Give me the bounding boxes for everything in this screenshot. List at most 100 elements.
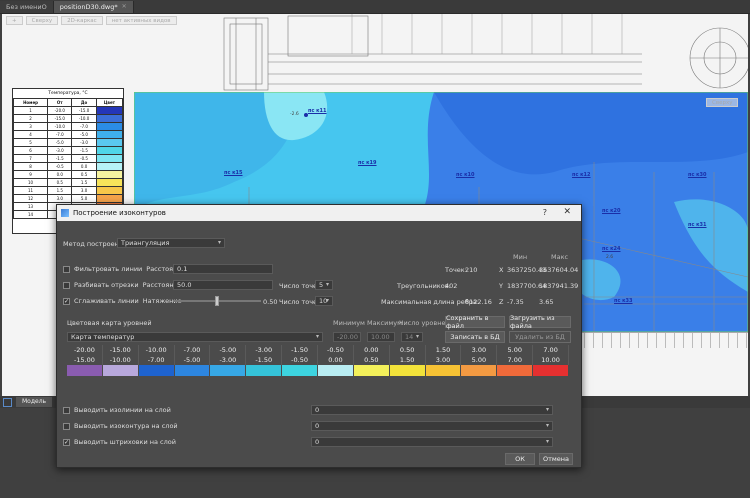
help-icon[interactable]: ? [543, 208, 547, 217]
z-label: Z [499, 298, 504, 306]
z-min-value: -7.35 [507, 298, 524, 306]
point-label[interactable]: пс к31 [688, 222, 707, 228]
legend-cell: 3.0 [47, 194, 73, 203]
scale-color-swatch[interactable] [282, 365, 319, 376]
sheet-icon[interactable] [3, 397, 12, 407]
tab-position-dwg[interactable]: positionD30.dwg* ✕ [53, 1, 134, 13]
isolines-layer-select[interactable]: 0 [311, 405, 553, 415]
scale-color-swatch[interactable] [246, 365, 283, 376]
legend-cell: 1 [12, 106, 49, 115]
method-select[interactable]: Триангуляция [117, 238, 225, 248]
isocontours-layer-select[interactable]: 0 [311, 421, 553, 431]
triangles-label: Треугольников: [397, 282, 451, 290]
legend-color-swatch [95, 106, 124, 115]
legend-cell: 5 [12, 138, 49, 147]
delete-from-db-button[interactable]: Удалить из БД [509, 331, 571, 343]
slider-thumb[interactable] [215, 296, 219, 306]
view-direction-button[interactable]: Сверху [25, 16, 59, 25]
triangles-value: 402 [445, 282, 458, 290]
legend-color-swatch [95, 114, 124, 123]
max-edge-value: 8122.16 [465, 298, 492, 306]
legend-cell: 1.5 [71, 178, 97, 187]
scale-color-swatch[interactable] [389, 365, 426, 376]
save-to-file-button[interactable]: Сохранить в файл [445, 314, 505, 330]
point-label[interactable]: пс к11 [308, 108, 327, 114]
scale-color-swatch[interactable] [174, 365, 211, 376]
z-max-value: 3.65 [539, 298, 554, 306]
isocontour-dialog: Построение изоконтуров ? ✕ Метод построе… [56, 204, 582, 468]
view-cube-label[interactable]: Сверху [706, 98, 739, 107]
legend-cell: 0.0 [71, 162, 97, 171]
scale-color-swatch[interactable] [138, 365, 175, 376]
split-checkbox[interactable] [63, 281, 70, 289]
point-label[interactable]: пс к30 [688, 172, 707, 178]
scale-value-cell: -5.00 [210, 345, 247, 355]
scale-value-cell: 3.00 [461, 345, 498, 355]
smooth-points-spinner[interactable]: 10 [315, 296, 333, 306]
dialog-titlebar[interactable]: Построение изоконтуров ? ✕ [57, 205, 581, 221]
point-label[interactable]: пс к24 [602, 246, 621, 252]
scale-color-swatch[interactable] [461, 365, 498, 376]
ok-button[interactable]: ОК [505, 453, 535, 465]
split-distance-field[interactable]: 50.0 [173, 280, 273, 290]
levels-spinner[interactable]: 14 [401, 332, 423, 342]
app-window: Без имениО positionD30.dwg* ✕ + Сверху 2D… [0, 0, 750, 498]
hatch-layer-select[interactable]: 0 [311, 437, 553, 447]
scale-color-swatch[interactable] [497, 365, 534, 376]
smooth-row: ✓ Сглаживать линии Натяжение [63, 297, 182, 305]
legend-row: 11 1.5 3.0 [12, 186, 124, 195]
legend-cell: 14 [12, 210, 49, 219]
legend-cell: 0.5 [71, 170, 97, 179]
legend-color-swatch [95, 194, 124, 203]
legend-row: 9 0.0 0.5 [12, 170, 124, 179]
scale-value-cell: -3.00 [246, 345, 283, 355]
save-to-db-button[interactable]: Записать в БД [445, 331, 505, 343]
point-label[interactable]: пс к33 [614, 298, 633, 304]
legend-cell: -0.5 [71, 154, 97, 163]
scale-value-cell: 1.50 [390, 355, 426, 365]
point-label[interactable]: пс к10 [456, 172, 475, 178]
visual-style-button[interactable]: 2D-каркас [61, 16, 103, 25]
output-hatch-checkbox[interactable]: ✓ [63, 438, 70, 446]
tab-model[interactable]: Модель [16, 397, 53, 407]
scale-color-swatch[interactable] [425, 365, 462, 376]
contour-value-label: 2.6 [606, 255, 614, 260]
active-views-button[interactable]: нет активных видов [105, 16, 177, 25]
smooth-checkbox[interactable]: ✓ [63, 297, 70, 305]
tab-untitled[interactable]: Без имениО [0, 1, 54, 13]
point-marker[interactable] [304, 113, 308, 117]
colormap-select[interactable]: Карта температур [67, 332, 323, 342]
legend-cell: -0.5 [47, 162, 73, 171]
scale-value-cell: -5.00 [175, 355, 211, 365]
point-label[interactable]: пс к19 [358, 160, 377, 166]
point-label[interactable]: пс к20 [602, 208, 621, 214]
load-from-file-button[interactable]: Загрузить из файла [509, 314, 571, 330]
scale-color-swatch[interactable] [353, 365, 390, 376]
scale-color-swatch[interactable] [210, 365, 247, 376]
cancel-button[interactable]: Отмена [539, 453, 573, 465]
output-isolines-checkbox[interactable] [63, 406, 70, 414]
scale-value-cell: 5.00 [497, 345, 534, 355]
scale-from-row: -20.00 -15.00 -10.00 -7.00 -5.00 -3.00 -1.50 -0… [67, 345, 570, 355]
scale-color-swatch[interactable] [318, 365, 354, 376]
filter-distance-field[interactable]: 0.1 [173, 264, 273, 274]
point-label[interactable]: пс к12 [572, 172, 591, 178]
scale-color-swatch[interactable] [533, 365, 570, 376]
output-isocontours-checkbox[interactable] [63, 422, 70, 430]
point-label[interactable]: пс к15 [224, 170, 243, 176]
scale-value-cell: 0.00 [354, 345, 390, 355]
scale-color-swatch[interactable] [67, 365, 103, 376]
maximum-field[interactable]: 10.00 [367, 332, 395, 342]
max-header: Макс [551, 253, 569, 261]
filter-checkbox[interactable] [63, 265, 70, 273]
legend-cell: -20.0 [47, 106, 73, 115]
split-points-spinner[interactable]: 5 [315, 280, 333, 290]
close-tab-icon[interactable]: ✕ [122, 1, 127, 13]
scale-color-swatch[interactable] [102, 365, 139, 376]
tension-slider[interactable] [173, 296, 261, 306]
minimum-field[interactable]: -20.00 [333, 332, 361, 342]
scale-value-cell: 0.00 [318, 355, 354, 365]
close-icon[interactable]: ✕ [563, 207, 571, 217]
viewport-menu-button[interactable]: + [6, 16, 23, 25]
scale-value-cell: 7.00 [533, 345, 570, 355]
